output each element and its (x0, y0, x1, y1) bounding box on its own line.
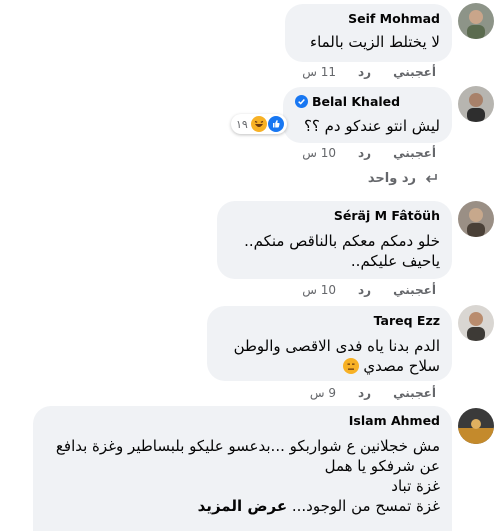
comment-author[interactable]: Séräj M Fâtõüh (229, 207, 440, 224)
reply-button[interactable]: رد (358, 386, 371, 400)
verified-badge-icon (295, 95, 308, 108)
comment-text-line: سلاح مصدي (219, 356, 440, 376)
like-button[interactable]: أعجبني (393, 283, 436, 297)
avatar[interactable] (458, 86, 494, 122)
timestamp[interactable]: 10 س (302, 283, 336, 297)
like-button[interactable]: أعجبني (393, 65, 436, 79)
timestamp[interactable]: 9 س (310, 386, 336, 400)
view-replies-link[interactable]: رد واحد (368, 171, 438, 186)
comment-bubble: Tareq Ezz الدم بدنا ياه فدى الاقصى والوط… (207, 306, 452, 381)
comment-bubble: Séräj M Fâtõüh خلو دمكم معكم بالناقص منك… (217, 201, 452, 279)
comment-text-fragment: غزة تمسح من الوجود... (291, 497, 440, 515)
timestamp[interactable]: 11 س (302, 65, 336, 79)
reaction-count: ١٩ (236, 117, 248, 131)
avatar[interactable] (458, 3, 494, 39)
comment-author[interactable]: Belal Khaled (312, 93, 400, 110)
comment-text-fragment: سلاح مصدي (363, 357, 440, 375)
reaction-summary[interactable]: ١٩ (231, 114, 287, 134)
comment-text: ليش انتو عندكو دم ؟؟ (303, 117, 440, 135)
comment-text-line: الدم بدنا ياه فدى الاقصى والوطن (233, 337, 440, 355)
comment-actions: أعجبني رد 9 س (310, 386, 436, 400)
like-reaction-icon (267, 116, 284, 132)
comment-bubble: Islam Ahmed مش خجلانين ع شواربكو ...بدعس… (33, 406, 452, 531)
avatar[interactable] (458, 408, 494, 444)
comment-text-line: عن شرفكو يا همل (324, 457, 440, 475)
reply-arrow-icon (425, 173, 437, 183)
comment-text-line: غزة تمسح من الوجود... عرض المزيد (45, 496, 440, 516)
comment-text-line: غزة تباد (391, 477, 440, 495)
reply-button[interactable]: رد (358, 146, 371, 160)
timestamp[interactable]: 10 س (302, 146, 336, 160)
avatar[interactable] (458, 201, 494, 237)
comment-actions: أعجبني رد 10 س (302, 146, 436, 160)
reply-button[interactable]: رد (358, 65, 371, 79)
avatar[interactable] (458, 305, 494, 341)
haha-reaction-icon (250, 116, 267, 132)
neutral-face-emoji-icon (342, 358, 359, 374)
comment-text-line: ياحيف عليكم.. (350, 252, 440, 270)
comment-author[interactable]: Islam Ahmed (45, 412, 440, 429)
see-more-link[interactable]: عرض المزيد (198, 497, 287, 515)
replies-count: رد واحد (367, 171, 416, 186)
comment-text: لا يختلط الزيت بالماء (310, 33, 440, 51)
comment-bubble: Seif Mohmad لا يختلط الزيت بالماء (285, 4, 452, 62)
like-button[interactable]: أعجبني (393, 146, 436, 160)
comment-text-line: خلو دمكم معكم بالناقص منكم.. (244, 232, 440, 250)
comment-bubble: Belal Khaled ليش انتو عندكو دم ؟؟ (283, 87, 452, 143)
comment-text-line: مش خجلانين ع شواربكو ...بدعسو عليكو بلبس… (55, 437, 440, 455)
comment-author[interactable]: Seif Mohmad (297, 10, 440, 27)
comment-author[interactable]: Tareq Ezz (219, 312, 440, 329)
comment-actions: أعجبني رد 10 س (302, 283, 436, 297)
comment-actions: أعجبني رد 11 س (302, 65, 436, 79)
like-button[interactable]: أعجبني (393, 386, 436, 400)
reply-button[interactable]: رد (358, 283, 371, 297)
